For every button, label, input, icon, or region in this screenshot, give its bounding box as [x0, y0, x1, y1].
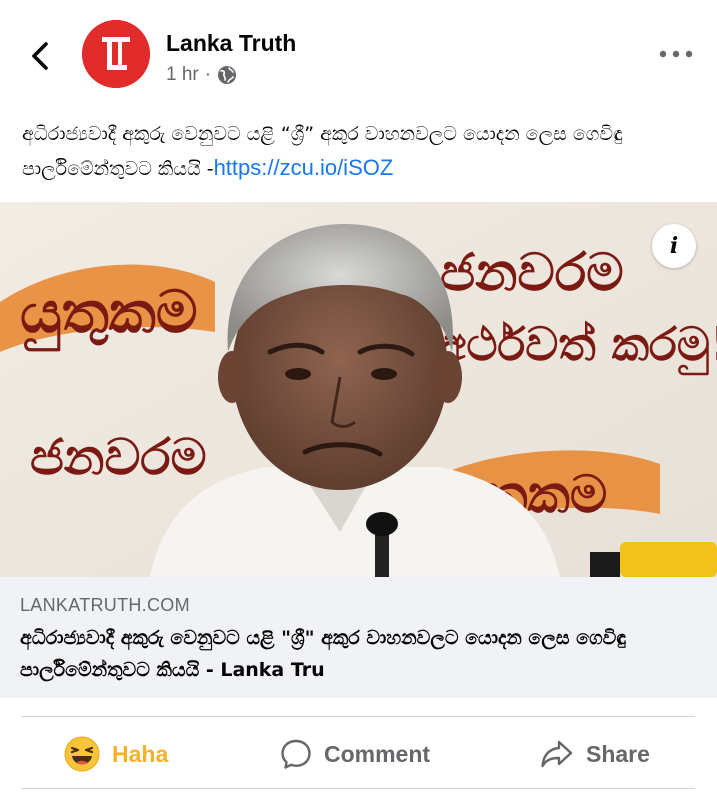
banner-text-right-1: ජනවරම — [440, 243, 624, 303]
actions-divider-bottom — [22, 788, 695, 789]
share-icon — [540, 739, 574, 769]
page-name[interactable]: Lanka Truth — [166, 30, 296, 57]
post-time[interactable]: 1 hr — [166, 64, 199, 86]
comment-button[interactable]: Comment — [280, 722, 430, 786]
post-header: Lanka Truth 1 hr · — [0, 0, 717, 100]
more-dots-icon — [659, 50, 693, 58]
link-domain[interactable]: LANKATRUTH.COM — [20, 595, 190, 616]
info-button[interactable]: i — [652, 224, 696, 268]
haha-emoji-icon — [64, 736, 100, 772]
press-conference-photo: යුතුකම ජනවරම අර්ථවත් කරමු! ජනවරම යුතුකම — [0, 202, 717, 577]
post-meta: 1 hr · — [166, 64, 237, 86]
comment-icon — [280, 738, 312, 770]
share-button[interactable]: Share — [540, 722, 650, 786]
more-options-button[interactable] — [656, 40, 696, 68]
share-label: Share — [586, 740, 650, 767]
banner-text-right-2: අර්ථවත් කරමු! — [438, 317, 717, 376]
comment-label: Comment — [324, 740, 431, 767]
avatar[interactable] — [82, 20, 150, 88]
haha-reaction-button[interactable]: Haha — [64, 722, 168, 786]
link-preview-image[interactable]: යුතුකම ජනවරම අර්ථවත් කරමු! ජනවරම යුතුකම — [0, 202, 717, 577]
post-message: අධිරාජ්‍යවාදී අකුරු වෙනුවට යළි “ශ්‍රී” අ… — [22, 118, 702, 186]
chevron-left-icon — [32, 42, 48, 70]
lanka-truth-logo — [82, 20, 150, 88]
back-button[interactable] — [22, 36, 58, 76]
actions-divider-top — [22, 716, 695, 717]
post-link[interactable]: https://zcu.io/iSOZ — [214, 155, 394, 180]
banner-text-bottom-left: ජනවරම — [30, 428, 207, 486]
banner-text-left: යුතුකම — [20, 278, 198, 352]
meta-separator: · — [204, 64, 212, 85]
link-title[interactable]: අධිරාජ්‍යවාදී අකුරු වෙනුවට යළි "ශ්‍රී" අ… — [20, 622, 700, 686]
haha-label: Haha — [112, 740, 169, 767]
globe-icon — [218, 66, 237, 84]
post-actions: Haha Comment Share — [0, 722, 717, 786]
